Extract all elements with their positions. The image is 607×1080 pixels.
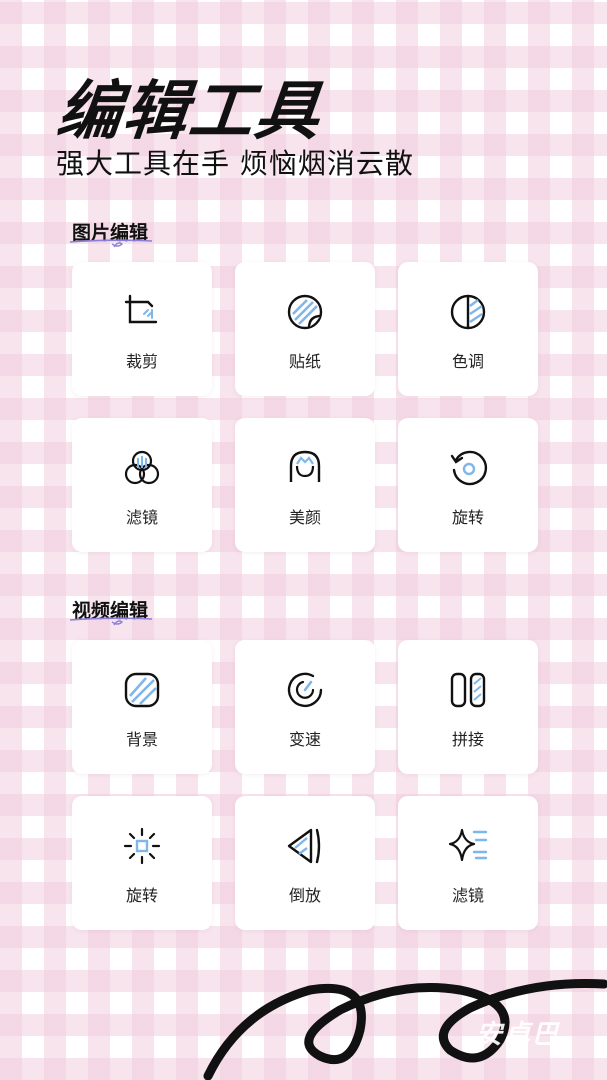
reverse-icon <box>287 828 321 864</box>
tool-label: 倒放 <box>288 886 321 905</box>
crop-icon <box>124 294 158 324</box>
splice-icon <box>450 672 486 708</box>
tool-label: 贴纸 <box>288 352 321 371</box>
speed-icon <box>287 672 323 708</box>
tool-card-rotate-video[interactable]: 旋转 <box>72 796 212 930</box>
filter-icon <box>124 450 160 485</box>
tool-label: 旋转 <box>451 508 484 527</box>
sticker-icon <box>287 294 323 330</box>
tool-card-background[interactable]: 背景 <box>72 640 212 774</box>
background-icon <box>124 672 160 708</box>
tool-label: 美颜 <box>288 508 321 527</box>
section-underline-decoration <box>69 617 153 626</box>
tool-card-speed[interactable]: 变速 <box>235 640 375 774</box>
tool-card-filter[interactable]: 滤镜 <box>72 418 212 552</box>
tool-label: 裁剪 <box>125 352 158 371</box>
watermark-logo: 安卓巴 <box>476 1020 561 1050</box>
section-underline-decoration <box>69 239 153 248</box>
tool-label: 旋转 <box>125 886 158 905</box>
tool-card-reverse[interactable]: 倒放 <box>235 796 375 930</box>
page-subtitle: 强大工具在手 烦恼烟消云散 <box>56 147 414 180</box>
tool-label: 变速 <box>288 730 321 749</box>
tool-card-tone[interactable]: 色调 <box>398 262 538 396</box>
sun-rotate-icon <box>123 827 161 865</box>
tone-icon <box>450 294 486 330</box>
page-title: 编辑工具 <box>53 75 326 149</box>
tool-card-splice[interactable]: 拼接 <box>398 640 538 774</box>
rotate-icon <box>450 450 488 486</box>
tool-label: 滤镜 <box>451 886 484 905</box>
sparkle-filter-icon <box>448 828 488 862</box>
tool-card-beauty[interactable]: 美颜 <box>235 418 375 552</box>
tool-label: 拼接 <box>451 730 484 749</box>
tool-card-rotate[interactable]: 旋转 <box>398 418 538 552</box>
tool-card-sticker[interactable]: 贴纸 <box>235 262 375 396</box>
tool-label: 背景 <box>125 730 158 749</box>
beauty-icon <box>289 450 321 482</box>
tool-label: 色调 <box>451 352 484 371</box>
tool-label: 滤镜 <box>125 508 158 527</box>
tool-card-crop[interactable]: 裁剪 <box>72 262 212 396</box>
chevron-left-icon: ‹ <box>566 686 574 710</box>
tool-card-filter-video[interactable]: 滤镜 <box>398 796 538 930</box>
